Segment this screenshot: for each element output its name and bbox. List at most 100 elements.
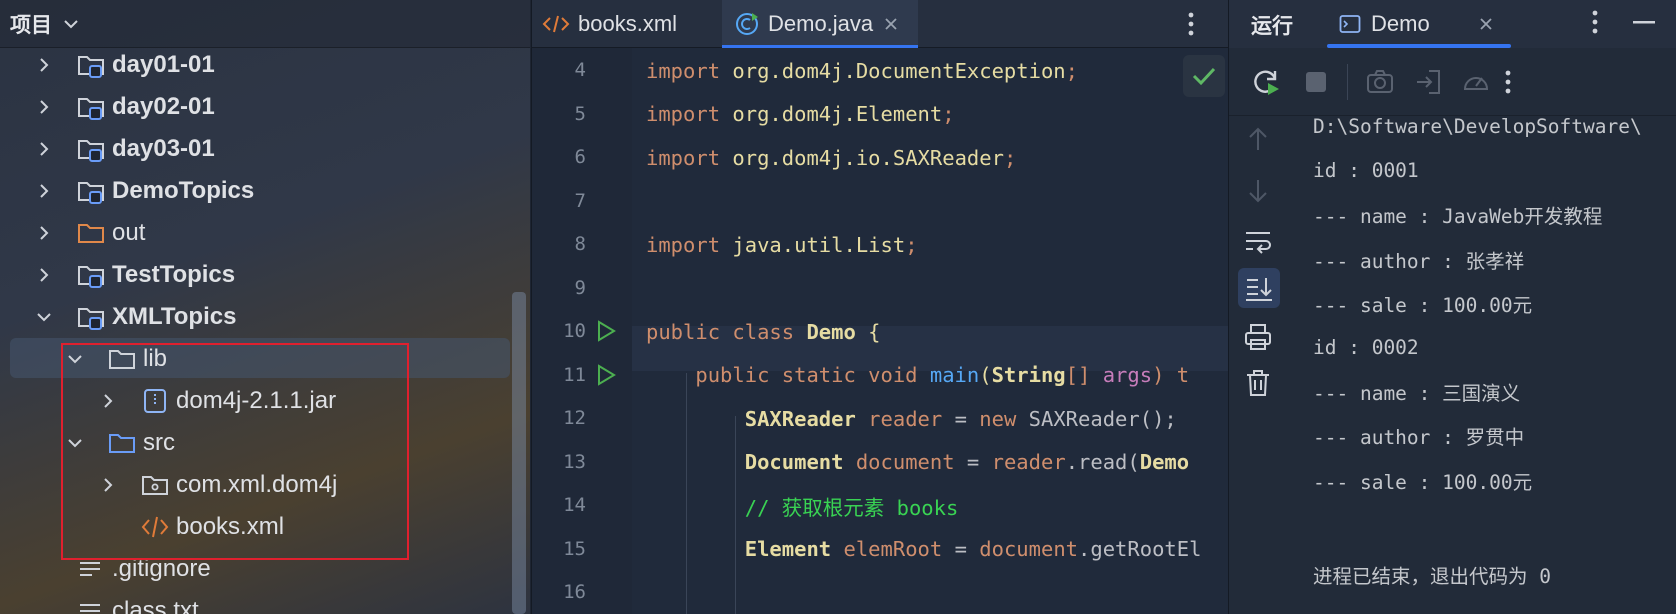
code-token: ) t bbox=[1152, 363, 1190, 387]
tree-item[interactable]: XMLTopics bbox=[34, 297, 236, 337]
chevron-right-icon[interactable] bbox=[34, 97, 54, 117]
console-line: --- name : JavaWeb开发教程 bbox=[1313, 205, 1603, 229]
editor-panel: books.xml Demo.java 4 5 6 7 8 9 10 11 12 13 14 15 16… bbox=[531, 0, 1228, 614]
code-line: Document document = reader .read(Demo bbox=[646, 440, 1189, 485]
code-token: Demo bbox=[1139, 450, 1190, 474]
module-folder-icon bbox=[78, 182, 104, 204]
module-folder-icon bbox=[78, 140, 104, 162]
tree-item[interactable]: class.txt bbox=[34, 591, 199, 614]
line-number: 12 bbox=[563, 407, 586, 429]
gauge-icon[interactable] bbox=[1461, 67, 1491, 97]
code-line: Element elemRoot = document .getRootEl bbox=[646, 527, 1202, 572]
rerun-icon[interactable] bbox=[1251, 67, 1281, 97]
stop-icon[interactable] bbox=[1301, 67, 1331, 97]
chevron-down-icon[interactable] bbox=[62, 15, 80, 33]
close-icon[interactable] bbox=[883, 16, 899, 32]
scroll-to-end-toggle[interactable] bbox=[1238, 268, 1280, 308]
module-folder-icon bbox=[78, 98, 104, 120]
run-gutter-icon[interactable] bbox=[595, 320, 617, 342]
code-token: args bbox=[1102, 363, 1153, 387]
tree-item-label: day03-01 bbox=[112, 135, 215, 162]
tree-item-label: day01-01 bbox=[112, 51, 215, 78]
run-tab-demo[interactable]: Demo bbox=[1327, 0, 1511, 48]
code-token: import bbox=[646, 102, 733, 126]
print-icon[interactable] bbox=[1243, 322, 1273, 352]
arrow-down-icon[interactable] bbox=[1243, 176, 1273, 206]
project-panel-header[interactable]: 项目 bbox=[0, 0, 530, 48]
code-area[interactable]: import org.dom4j. DocumentException; impor… bbox=[632, 48, 1228, 614]
login-icon[interactable] bbox=[1413, 67, 1443, 97]
code-token: DocumentException bbox=[855, 58, 1066, 83]
chevron-down-icon[interactable] bbox=[34, 307, 54, 327]
text-file-icon bbox=[80, 604, 100, 612]
code-token: elemRoot bbox=[831, 537, 943, 561]
project-scrollbar[interactable] bbox=[512, 292, 526, 614]
tree-item-label: TestTopics bbox=[112, 261, 236, 288]
tab-books-xml[interactable]: books.xml bbox=[532, 0, 722, 48]
chevron-right-icon[interactable] bbox=[34, 265, 54, 285]
chevron-right-icon[interactable] bbox=[34, 139, 54, 159]
code-token: reader bbox=[991, 450, 1066, 474]
tree-item[interactable]: day02-01 bbox=[34, 87, 215, 127]
code-token: SAXReader(); bbox=[1028, 406, 1177, 431]
tree-item-label: day02-01 bbox=[112, 93, 215, 120]
project-panel: 项目 day01-01 day02-01 day03-01 DemoTopics out… bbox=[0, 0, 530, 614]
close-icon[interactable] bbox=[1478, 16, 1494, 32]
code-line: import java.util. List; bbox=[646, 222, 918, 267]
camera-icon[interactable] bbox=[1365, 67, 1395, 97]
chevron-right-icon[interactable] bbox=[34, 181, 54, 201]
code-token: Demo bbox=[806, 319, 856, 344]
code-token: org.dom4j. bbox=[732, 102, 856, 126]
tree-item[interactable]: day01-01 bbox=[34, 45, 215, 85]
trash-icon[interactable] bbox=[1243, 368, 1273, 398]
line-number: 8 bbox=[574, 233, 586, 255]
soft-wrap-icon[interactable] bbox=[1243, 226, 1273, 256]
line-number: 9 bbox=[574, 276, 586, 299]
chevron-right-icon[interactable] bbox=[34, 223, 54, 243]
tree-item[interactable]: day03-01 bbox=[34, 129, 215, 169]
code-line: import org.dom4j. DocumentException; bbox=[646, 48, 1078, 93]
code-token: public static void bbox=[646, 363, 930, 387]
line-number: 4 bbox=[574, 59, 586, 81]
code-token: ; bbox=[1065, 58, 1078, 83]
inspection-status-button[interactable] bbox=[1183, 55, 1225, 97]
code-line: // 获取根元素 books bbox=[646, 483, 959, 528]
console-line: D:\Software\DevelopSoftware\ bbox=[1313, 116, 1642, 138]
code-line: public static void main(String[] args) t bbox=[646, 353, 1189, 398]
tree-item-label: DemoTopics bbox=[112, 177, 255, 204]
minimize-icon[interactable] bbox=[1633, 21, 1655, 25]
tree-item-label: XMLTopics bbox=[112, 303, 237, 330]
tab-demo-java[interactable]: Demo.java bbox=[722, 0, 918, 48]
excluded-folder-icon bbox=[78, 224, 104, 243]
console-line: --- sale : 100.00元 bbox=[1313, 470, 1533, 494]
code-token: .read( bbox=[1065, 450, 1140, 474]
tree-item[interactable]: TestTopics bbox=[34, 255, 235, 295]
more-options-icon[interactable] bbox=[1505, 69, 1511, 95]
more-options-icon[interactable] bbox=[1188, 11, 1194, 37]
tree-item[interactable]: out bbox=[34, 213, 145, 253]
run-panel: 运行 Demo D:\Software\DevelopSoftware\ id … bbox=[1228, 0, 1676, 614]
check-icon bbox=[1192, 67, 1216, 86]
code-token: // 获取根元素 books bbox=[744, 495, 959, 520]
run-gutter-icon[interactable] bbox=[595, 363, 617, 386]
code-token: ; bbox=[942, 102, 955, 126]
xml-file-icon bbox=[542, 15, 570, 33]
run-tab-label: Demo bbox=[1371, 11, 1430, 36]
chevron-right-icon[interactable] bbox=[34, 55, 54, 75]
console-line: --- author : 罗贯中 bbox=[1313, 426, 1525, 450]
code-token: Element bbox=[744, 537, 832, 561]
arrow-up-icon[interactable] bbox=[1243, 124, 1273, 154]
line-number: 14 bbox=[563, 494, 586, 516]
tree-item[interactable]: DemoTopics bbox=[34, 171, 254, 211]
console-output[interactable]: D:\Software\DevelopSoftware\ id : 0001 ---… bbox=[1291, 116, 1676, 614]
line-number: 13 bbox=[563, 450, 586, 473]
code-token: ( bbox=[979, 363, 992, 387]
module-folder-icon bbox=[78, 308, 104, 330]
code-line: public class Demo { bbox=[646, 309, 881, 354]
code-token: public class bbox=[646, 319, 807, 344]
code-token: = bbox=[942, 537, 980, 561]
annotation-highlight-box bbox=[61, 343, 409, 560]
more-options-icon[interactable] bbox=[1592, 9, 1598, 35]
code-token: new bbox=[979, 406, 1029, 431]
